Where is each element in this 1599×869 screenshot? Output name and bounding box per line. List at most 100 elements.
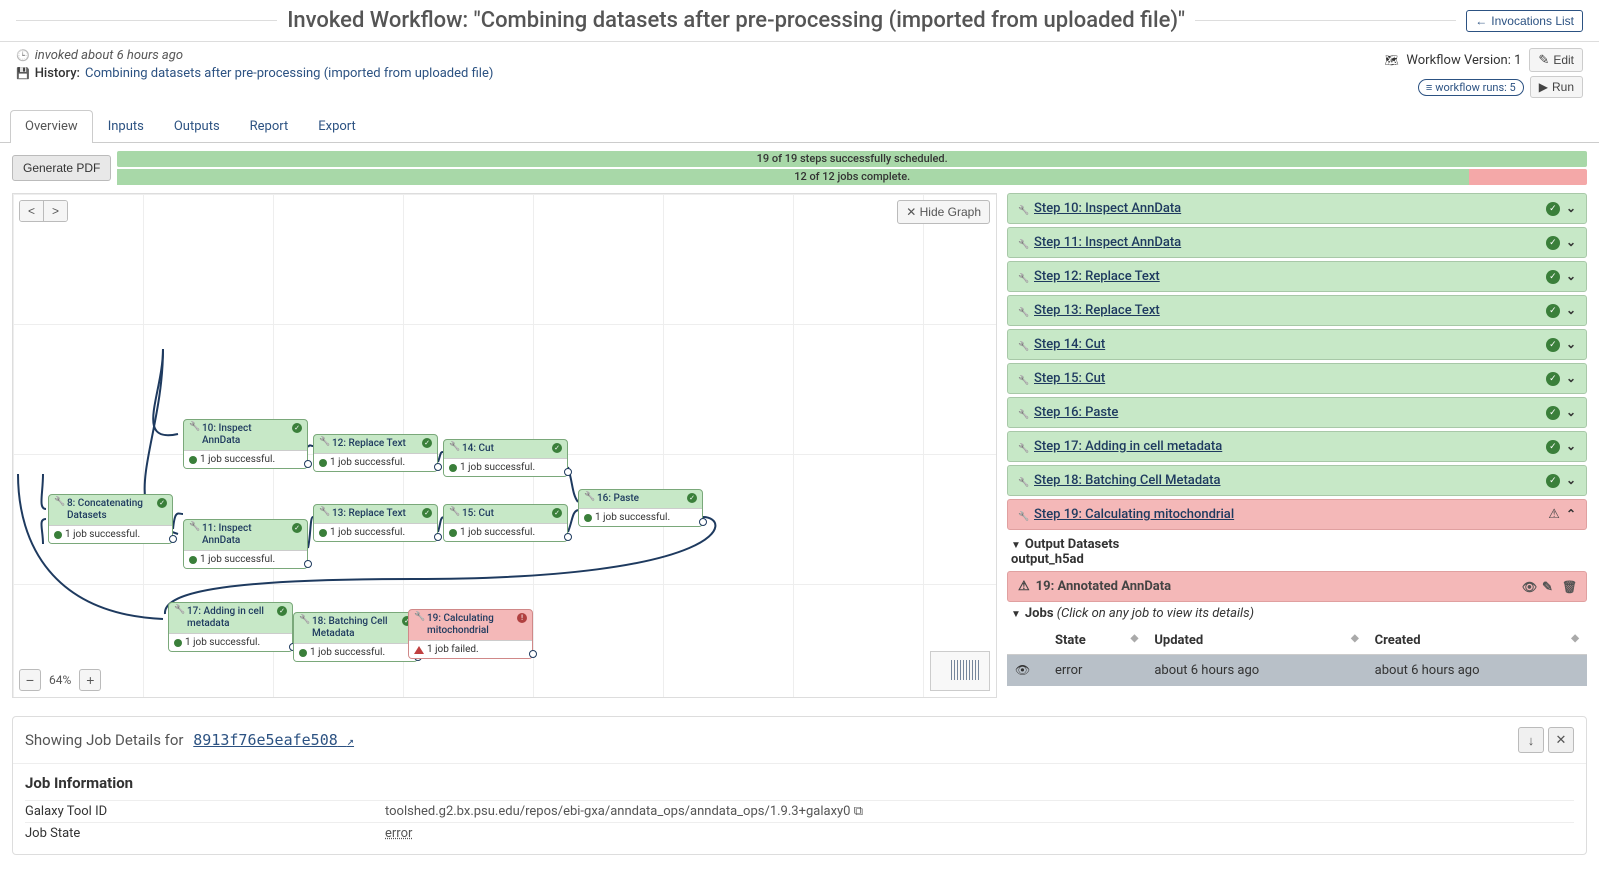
step-row-6[interactable]: Step 16: Paste ✓ xyxy=(1007,397,1587,428)
output-datasets-header[interactable]: ▼Output Datasets xyxy=(1007,537,1587,552)
wrench-icon xyxy=(1018,476,1028,486)
generate-pdf-button[interactable]: Generate PDF xyxy=(12,155,111,181)
graph-node-n12[interactable]: 12: Replace Text ✓ 1 job successful. xyxy=(313,434,438,472)
output-dataset-row[interactable]: ⚠ 19: Annotated AnnData xyxy=(1007,571,1587,602)
delete-icon[interactable] xyxy=(1562,580,1576,594)
chevron-down-icon xyxy=(1566,303,1576,318)
col-updated[interactable]: Updated◆ xyxy=(1146,627,1366,655)
step-row-9[interactable]: Step 19: Calculating mitochondrial ⚠ xyxy=(1007,499,1587,530)
tab-export[interactable]: Export xyxy=(303,110,371,142)
history-link[interactable]: Combining datasets after pre-processing … xyxy=(85,66,493,81)
wrench-icon xyxy=(1018,340,1028,350)
step-row-7[interactable]: Step 17: Adding in cell metadata ✓ xyxy=(1007,431,1587,462)
ok-dot-icon xyxy=(54,531,62,539)
col-created[interactable]: Created◆ xyxy=(1367,627,1587,655)
wrench-icon xyxy=(174,606,184,616)
edit-icon[interactable] xyxy=(1542,580,1556,594)
check-icon: ✓ xyxy=(292,423,302,433)
job-id-link[interactable]: 8913f76e5eafe508 xyxy=(193,731,354,749)
graph-node-n19[interactable]: 19: Calculating mitochondrial ! 1 job fa… xyxy=(408,609,533,659)
wrench-icon xyxy=(189,423,199,433)
run-button[interactable]: ▶ Run xyxy=(1530,76,1583,98)
graph-prev-button[interactable]: < xyxy=(20,201,44,221)
jobs-progress: 12 of 12 jobs complete. xyxy=(117,169,1587,185)
wrench-icon xyxy=(1018,510,1028,520)
job-row[interactable]: error about 6 hours ago about 6 hours ag… xyxy=(1007,655,1587,687)
graph-node-n17[interactable]: 17: Adding in cell metadata ✓ 1 job succ… xyxy=(168,602,293,652)
check-icon: ✓ xyxy=(1546,270,1560,284)
step-row-8[interactable]: Step 18: Batching Cell Metadata ✓ xyxy=(1007,465,1587,496)
check-icon: ✓ xyxy=(1546,304,1560,318)
workflow-version: Workflow Version: 1 xyxy=(1406,53,1521,68)
graph-node-n16[interactable]: 16: Paste ✓ 1 job successful. xyxy=(578,489,703,527)
graph-node-n14[interactable]: 14: Cut ✓ 1 job successful. xyxy=(443,439,568,477)
tab-overview[interactable]: Overview xyxy=(10,110,93,143)
col-state[interactable]: State◆ xyxy=(1047,627,1146,655)
ok-dot-icon xyxy=(449,529,457,537)
chevron-down-icon xyxy=(1566,337,1576,352)
step-row-4[interactable]: Step 14: Cut ✓ xyxy=(1007,329,1587,360)
zoom-in-button[interactable]: + xyxy=(79,669,101,691)
invocations-list-button[interactable]: ← Invocations List xyxy=(1466,10,1583,32)
wrench-icon xyxy=(1018,272,1028,282)
warning-icon: ⚠ xyxy=(1548,507,1560,522)
graph-node-n18[interactable]: 18: Batching Cell Metadata ✓ 1 job succe… xyxy=(293,612,418,662)
chevron-down-icon xyxy=(1566,235,1576,250)
step-row-1[interactable]: Step 11: Inspect AnnData ✓ xyxy=(1007,227,1587,258)
edit-button[interactable]: Edit xyxy=(1529,48,1583,72)
graph-node-n15[interactable]: 15: Cut ✓ 1 job successful. xyxy=(443,504,568,542)
chevron-down-icon xyxy=(1566,439,1576,454)
tab-outputs[interactable]: Outputs xyxy=(159,110,235,142)
hide-graph-button[interactable]: ✕ Hide Graph xyxy=(897,200,990,224)
jobs-table: State◆ Updated◆ Created◆ error about 6 h… xyxy=(1007,627,1587,686)
check-icon: ✓ xyxy=(422,508,432,518)
wrench-icon xyxy=(449,443,459,453)
check-icon: ✓ xyxy=(1546,338,1560,352)
check-icon: ✓ xyxy=(552,443,562,453)
chevron-down-icon xyxy=(1566,405,1576,420)
wrench-icon xyxy=(414,613,424,623)
step-row-3[interactable]: Step 13: Replace Text ✓ xyxy=(1007,295,1587,326)
tab-inputs[interactable]: Inputs xyxy=(93,110,159,142)
check-icon: ✓ xyxy=(292,523,302,533)
ok-dot-icon xyxy=(189,456,197,464)
jobs-header[interactable]: ▼Jobs (Click on any job to view its deta… xyxy=(1007,606,1587,621)
view-icon[interactable] xyxy=(1522,580,1536,594)
output-port xyxy=(529,650,537,658)
wrench-icon xyxy=(1018,408,1028,418)
graph-next-button[interactable]: > xyxy=(44,201,67,221)
zoom-out-button[interactable]: − xyxy=(19,669,41,691)
graph-node-n8[interactable]: 8: Concatenating Datasets ✓ 1 job succes… xyxy=(48,494,173,544)
output-port xyxy=(304,560,312,568)
check-icon: ✓ xyxy=(552,508,562,518)
external-link-icon xyxy=(347,731,354,749)
graph-node-n13[interactable]: 13: Replace Text ✓ 1 job successful. xyxy=(313,504,438,542)
output-port xyxy=(434,533,442,541)
check-icon: ✓ xyxy=(1546,474,1560,488)
graph-node-n10[interactable]: 10: Inspect AnnData ✓ 1 job successful. xyxy=(183,419,308,469)
check-icon: ✓ xyxy=(422,438,432,448)
eye-icon xyxy=(1015,663,1030,678)
wrench-icon xyxy=(319,438,329,448)
step-row-2[interactable]: Step 12: Replace Text ✓ xyxy=(1007,261,1587,292)
history-line: History: Combining datasets after pre-pr… xyxy=(16,66,493,81)
workflow-runs-badge[interactable]: ≡ workflow runs: 5 xyxy=(1418,79,1524,96)
schedule-progress: 19 of 19 steps successfully scheduled. xyxy=(117,151,1587,167)
step-row-5[interactable]: Step 15: Cut ✓ xyxy=(1007,363,1587,394)
tab-report[interactable]: Report xyxy=(235,110,304,142)
output-port xyxy=(169,535,177,543)
wrench-icon xyxy=(584,493,594,503)
minimap[interactable] xyxy=(930,651,990,691)
page-header: Invoked Workflow: "Combining datasets af… xyxy=(0,0,1599,42)
workflow-graph: < > ✕ Hide Graph xyxy=(12,193,997,698)
copy-icon[interactable]: ⧉ xyxy=(854,804,863,819)
job-details-panel: Showing Job Details for 8913f76e5eafe508… xyxy=(12,716,1587,855)
job-details-title: Showing Job Details for 8913f76e5eafe508 xyxy=(25,731,354,749)
wrench-icon xyxy=(1018,442,1028,452)
scroll-down-button[interactable]: ↓ xyxy=(1518,727,1544,753)
close-details-button[interactable]: ✕ xyxy=(1548,727,1574,753)
warning-icon: ⚠ xyxy=(1018,579,1030,594)
graph-nav-buttons: < > xyxy=(19,200,68,222)
graph-node-n11[interactable]: 11: Inspect AnnData ✓ 1 job successful. xyxy=(183,519,308,569)
step-row-0[interactable]: Step 10: Inspect AnnData ✓ xyxy=(1007,193,1587,224)
